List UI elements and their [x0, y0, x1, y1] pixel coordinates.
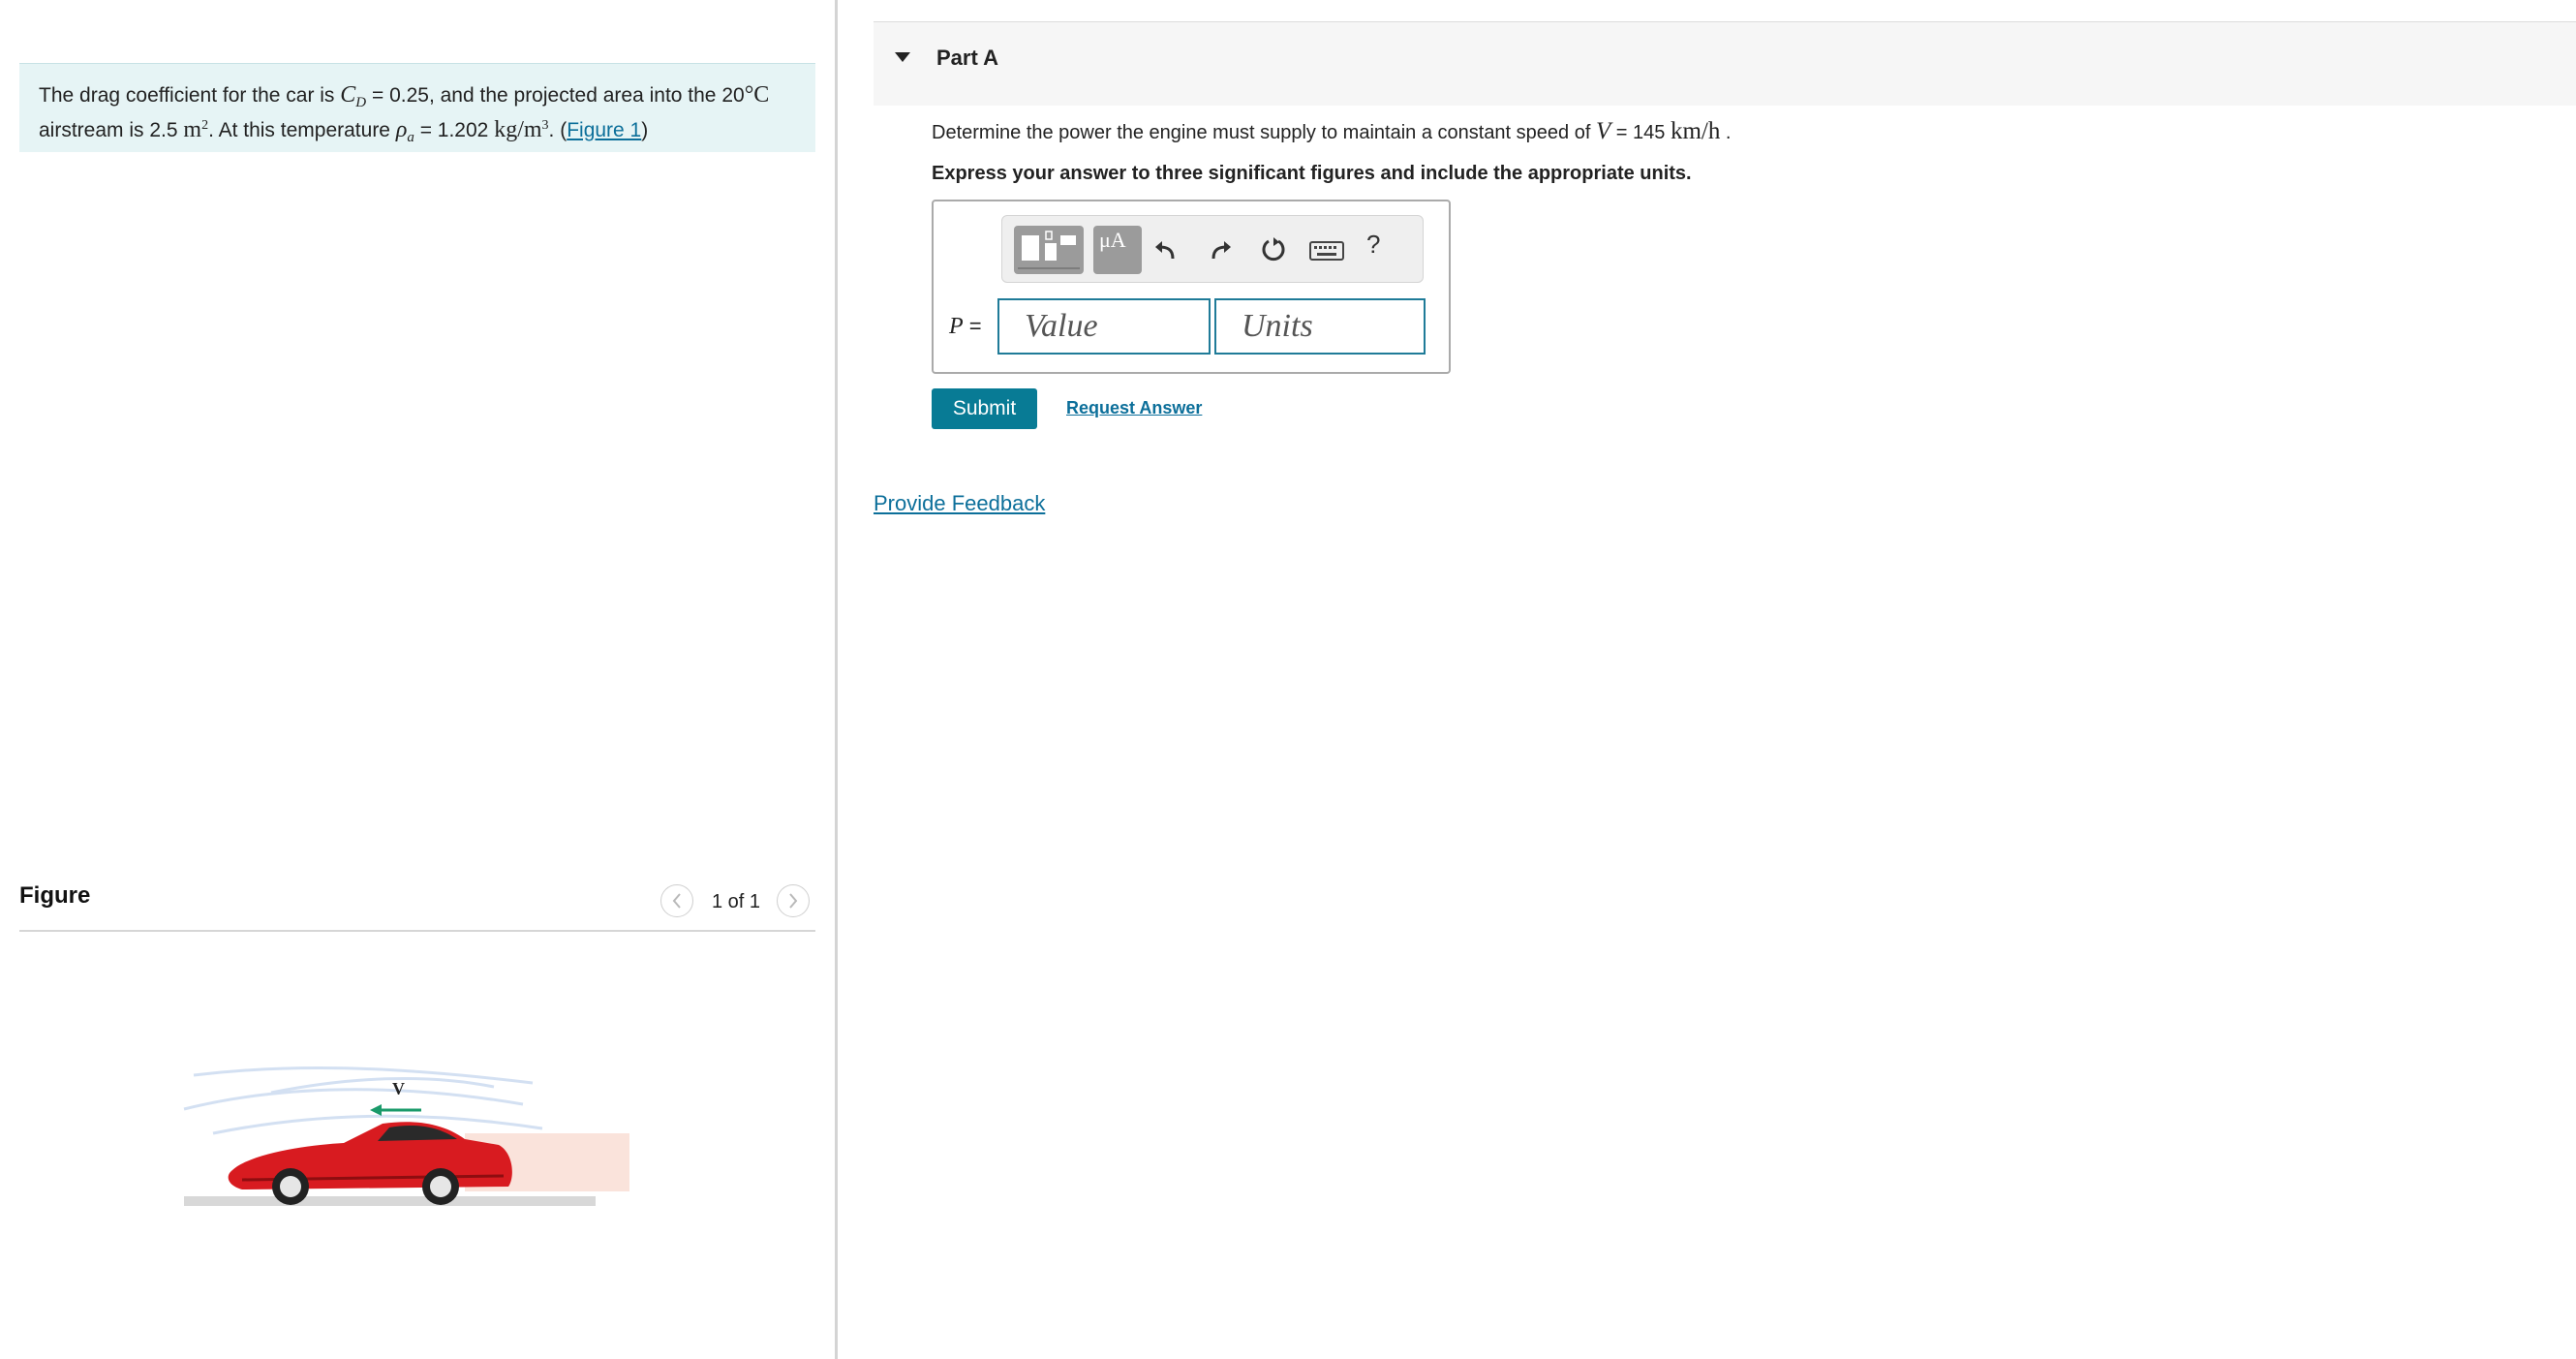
area-unit: m — [183, 117, 202, 143]
density-unit: kg/m — [494, 117, 542, 143]
reset-icon — [1262, 237, 1285, 262]
problem-text: airstream is 2.5 — [39, 119, 184, 142]
help-icon: ? — [1366, 230, 1381, 259]
problem-text: . At this temperature — [208, 119, 396, 142]
velocity-arrow-icon — [370, 1104, 421, 1116]
density-symbol: ρ — [395, 117, 408, 143]
value-input[interactable] — [997, 298, 1211, 355]
problem-statement: The drag coefficient for the car is CD =… — [19, 63, 815, 152]
problem-text: = 0.25, and the projected area into the … — [366, 84, 745, 107]
symbols-button[interactable]: μA — [1093, 226, 1142, 274]
problem-line-2: airstream is 2.5 m2. At this temperature… — [39, 114, 796, 149]
question-prefix: Determine the power the engine must supp… — [932, 122, 1596, 143]
answer-box: μA ? P = — [932, 200, 1451, 374]
left-pane: The drag coefficient for the car is CD =… — [0, 0, 835, 1359]
problem-text: ) — [641, 119, 649, 142]
undo-icon — [1155, 241, 1175, 260]
car-figure-image: V — [183, 1066, 629, 1206]
power-symbol: P — [949, 314, 964, 339]
airflow-lines — [183, 1066, 543, 1135]
templates-icon — [1018, 231, 1080, 269]
question-text: Determine the power the engine must supp… — [932, 118, 1732, 145]
ground — [184, 1196, 596, 1206]
figure-pager-count: 1 of 1 — [712, 891, 761, 912]
redo-icon — [1211, 241, 1231, 260]
temperature-unit: °C — [744, 82, 770, 108]
previous-figure-button[interactable] — [660, 884, 693, 917]
speed-unit: km/h — [1670, 118, 1721, 144]
equals-sign: = — [963, 314, 982, 338]
request-answer-link[interactable]: Request Answer — [1066, 398, 1202, 418]
chevron-right-icon — [789, 893, 798, 909]
problem-text: = 1.202 — [414, 119, 495, 142]
problem-line-1: The drag coefficient for the car is CD =… — [39, 83, 796, 114]
part-title: Part A — [936, 46, 998, 70]
templates-button[interactable] — [1014, 226, 1084, 274]
velocity-label: V — [392, 1079, 405, 1098]
help-button[interactable]: ? — [1366, 230, 1380, 260]
speed-value: = 145 — [1610, 122, 1671, 143]
problem-text: . ( — [548, 119, 567, 142]
drag-coefficient-subscript: D — [355, 95, 367, 111]
area-exponent: 2 — [201, 118, 209, 134]
pane-divider[interactable] — [835, 0, 838, 1359]
redo-button[interactable] — [1208, 237, 1233, 267]
answer-instruction: Express your answer to three significant… — [932, 163, 1692, 184]
density-subscript: a — [407, 130, 414, 146]
undo-button[interactable] — [1153, 237, 1179, 267]
figure-link[interactable]: Figure 1 — [567, 119, 641, 141]
caret-down-icon[interactable] — [893, 50, 912, 64]
math-toolbar: μA ? — [1001, 215, 1424, 283]
density-exponent: 3 — [541, 118, 549, 134]
figure-header: Figure 1 of 1 — [19, 877, 815, 932]
symbols-icon: μA — [1099, 228, 1126, 252]
reset-button[interactable] — [1260, 235, 1287, 267]
answer-variable-label: P = — [949, 314, 982, 340]
keyboard-button[interactable] — [1308, 239, 1345, 267]
question-suffix: . — [1720, 122, 1732, 143]
chevron-left-icon — [672, 893, 681, 909]
figure-title: Figure — [19, 882, 91, 909]
next-figure-button[interactable] — [777, 884, 810, 917]
problem-text: The drag coefficient for the car is — [39, 84, 341, 107]
submit-button[interactable]: Submit — [932, 388, 1037, 429]
units-input[interactable] — [1214, 298, 1426, 355]
part-a-header[interactable]: Part A — [874, 21, 2576, 106]
keyboard-icon — [1309, 241, 1344, 261]
drag-coefficient-symbol: C — [340, 82, 356, 108]
provide-feedback-link[interactable]: Provide Feedback — [874, 491, 1045, 516]
right-pane: Part A Determine the power the engine mu… — [874, 0, 2576, 1359]
speed-symbol: V — [1595, 118, 1611, 144]
